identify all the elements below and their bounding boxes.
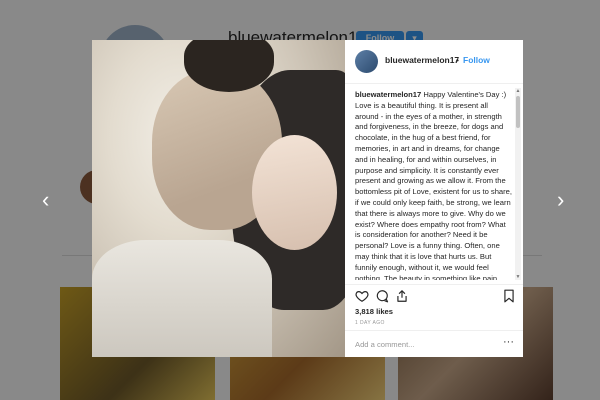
post-actions <box>345 284 523 307</box>
post-modal: bluewatermelon17 • Follow bluewatermelon… <box>92 40 523 357</box>
post-follow-link[interactable]: Follow <box>463 55 490 65</box>
comment-input[interactable] <box>355 338 485 350</box>
post-timestamp[interactable]: 1 DAY AGO <box>355 320 385 326</box>
previous-post-arrow-icon[interactable]: ‹ <box>42 189 49 211</box>
scroll-down-arrow-icon[interactable]: ▼ <box>515 274 521 280</box>
caption-username[interactable]: bluewatermelon17 <box>355 90 421 99</box>
post-sidebar: bluewatermelon17 • Follow bluewatermelon… <box>345 40 523 357</box>
post-photo <box>92 40 345 357</box>
scrollbar-thumb[interactable] <box>516 96 520 128</box>
post-author-avatar[interactable] <box>355 50 378 73</box>
caption-text: Happy Valentine's Day :) Love is a beaut… <box>355 90 513 280</box>
comment-bar: ··· <box>345 330 523 358</box>
photo-figure <box>92 240 272 357</box>
photo-figure <box>252 135 337 250</box>
comment-icon[interactable] <box>375 289 389 303</box>
share-icon[interactable] <box>395 289 409 303</box>
caption-scrollbar[interactable]: ▲ ▼ <box>515 88 521 280</box>
scroll-up-arrow-icon[interactable]: ▲ <box>515 88 521 94</box>
post-header: bluewatermelon17 • Follow <box>345 40 523 84</box>
post-author-username[interactable]: bluewatermelon17 <box>385 55 459 65</box>
heart-icon[interactable] <box>355 289 369 303</box>
bookmark-icon[interactable] <box>502 289 516 303</box>
post-caption: bluewatermelon17 Happy Valentine's Day :… <box>355 90 513 280</box>
like-count[interactable]: 3,818 likes <box>355 307 393 316</box>
next-post-arrow-icon[interactable]: › <box>557 189 564 211</box>
more-options-icon[interactable]: ··· <box>503 336 514 348</box>
header-separator: • <box>456 55 459 65</box>
